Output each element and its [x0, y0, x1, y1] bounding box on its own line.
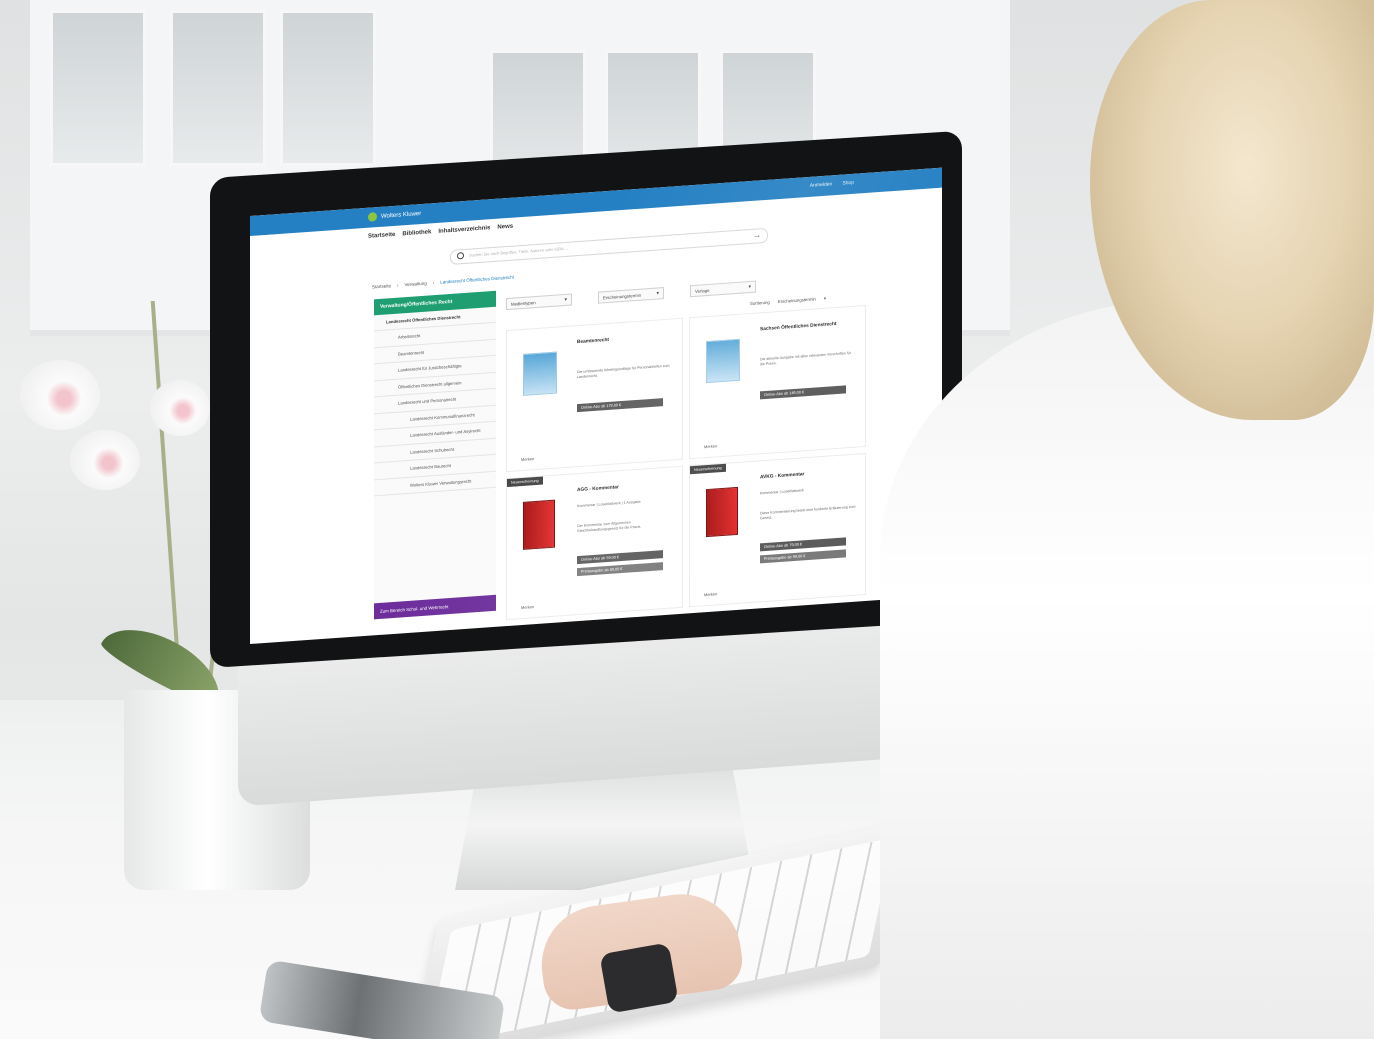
search-bar[interactable]: Suchen Sie nach Begriffen, Titeln, Autor… — [450, 227, 768, 266]
nav-item-inhaltsverzeichnis[interactable]: Inhaltsverzeichnis — [438, 225, 490, 235]
chevron-down-icon: ▾ — [748, 283, 751, 291]
price-button[interactable]: Printausgabe ab 99,00 € — [760, 549, 846, 564]
brand-logo[interactable]: Wolters Kluwer — [368, 209, 421, 222]
filter-release-date[interactable]: Erscheinungstermin ▾ — [598, 287, 664, 304]
nav-item-bibliothek[interactable]: Bibliothek — [402, 229, 431, 237]
book-cover-image — [706, 338, 740, 384]
login-link[interactable]: Anmelden — [810, 181, 833, 189]
logo-icon — [368, 212, 377, 222]
nav-item-startseite[interactable]: Startseite — [368, 232, 395, 240]
product-subtitle: Kommentar | Loseblattwerk | 1 Ausgabe — [577, 499, 641, 509]
product-title[interactable]: Sachsen Öffentliches Dienstrecht — [760, 322, 837, 332]
filter-media-type[interactable]: Medientypen ▾ — [506, 293, 572, 311]
price-button[interactable]: Online-Abo ab 179,00 € — [577, 398, 663, 413]
window-pane — [50, 10, 146, 166]
bookmark-link[interactable]: Merken — [521, 604, 534, 610]
nav-item-news[interactable]: News — [497, 224, 513, 231]
breadcrumb: Startseite › Verwaltung › Landesrecht Öf… — [372, 275, 514, 290]
orchid-flower — [70, 430, 140, 490]
brand-name: Wolters Kluwer — [381, 210, 422, 220]
product-description: Die umfassende Arbeitsgrundlage für Pers… — [577, 363, 670, 379]
product-grid: Beamtenrecht Die umfassende Arbeitsgrund… — [506, 304, 866, 621]
filter-bar: Medientypen ▾ Erscheinungstermin ▾ Verlage… — [506, 280, 756, 311]
bookmark-link[interactable]: Merken — [704, 591, 717, 597]
book-cover-image — [706, 486, 738, 538]
category-sidebar: Verwaltung/Öffentliches Recht Landesrech… — [374, 290, 496, 620]
breadcrumb-separator: › — [397, 282, 399, 288]
bookmark-link[interactable]: Merken — [521, 456, 534, 462]
product-subtitle: Kommentar | Loseblattwerk — [760, 488, 804, 496]
filter-label: Medientypen — [511, 300, 536, 307]
sort-label: Sortierung — [750, 299, 770, 307]
product-card[interactable]: Neuerscheinung AGG - Kommentar Kommentar… — [506, 465, 683, 621]
photo-scene: Wolters Kluwer Anmelden Shop Startseite … — [0, 0, 1374, 1039]
price-button[interactable]: Printausgabe ab 89,00 € — [577, 562, 663, 577]
search-input[interactable]: Suchen Sie nach Begriffen, Titeln, Autor… — [469, 246, 568, 258]
window-pane — [280, 10, 376, 166]
orchid-flower — [150, 380, 210, 436]
chevron-down-icon: ▾ — [656, 290, 659, 297]
product-description: Die aktuelle Ausgabe mit allen relevante… — [760, 350, 852, 367]
window-pane — [170, 10, 266, 166]
filter-publisher[interactable]: Verlage ▾ — [690, 280, 756, 298]
bookmark-link[interactable]: Merken — [704, 443, 717, 449]
shop-link[interactable]: Shop — [842, 180, 854, 187]
sidebar-cta-button[interactable]: Zum Bereich Schul- und Wehrrecht — [374, 594, 496, 620]
new-release-badge: Neuerscheinung — [507, 476, 543, 488]
chevron-down-icon: ▾ — [823, 295, 826, 301]
top-actions: Anmelden Shop — [810, 180, 854, 189]
sort-control: Sortierung Erscheinungstermin ▾ — [750, 296, 826, 307]
product-description: Der Kommentar zum Allgemeinen Gleichbeha… — [577, 520, 642, 533]
book-cover-image — [523, 351, 557, 396]
chevron-down-icon: ▾ — [564, 296, 567, 304]
filter-label: Verlage — [695, 287, 710, 294]
product-title[interactable]: AGG - Kommentar — [577, 485, 619, 493]
sort-select[interactable]: Erscheinungstermin — [778, 296, 816, 305]
product-description: Diese Kommentierung bietet eine fundiert… — [760, 504, 856, 521]
filter-label: Erscheinungstermin — [603, 292, 641, 301]
breadcrumb-item[interactable]: Verwaltung — [405, 281, 427, 288]
product-card[interactable]: Neuerscheinung AVKG - Kommentar Kommenta… — [689, 452, 866, 608]
arrow-right-icon[interactable]: → — [753, 230, 761, 240]
product-title[interactable]: Beamtenrecht — [577, 338, 609, 345]
orchid-flower — [20, 360, 100, 430]
monitor-screen: Wolters Kluwer Anmelden Shop Startseite … — [250, 167, 942, 644]
new-release-badge: Neuerscheinung — [690, 463, 726, 475]
product-card[interactable]: Beamtenrecht Die umfassende Arbeitsgrund… — [506, 317, 683, 473]
search-icon — [457, 252, 464, 260]
product-title[interactable]: AVKG - Kommentar — [760, 472, 804, 480]
breadcrumb-separator: › — [432, 280, 435, 286]
breadcrumb-current: Landesrecht Öffentliches Dienstrecht — [440, 274, 514, 285]
price-button[interactable]: Online-Abo ab 149,00 € — [760, 385, 846, 400]
book-cover-image — [523, 499, 555, 550]
product-card[interactable]: Sachsen Öffentliches Dienstrecht Die akt… — [689, 304, 866, 460]
breadcrumb-item[interactable]: Startseite — [372, 283, 391, 289]
smartwatch — [599, 942, 679, 1014]
